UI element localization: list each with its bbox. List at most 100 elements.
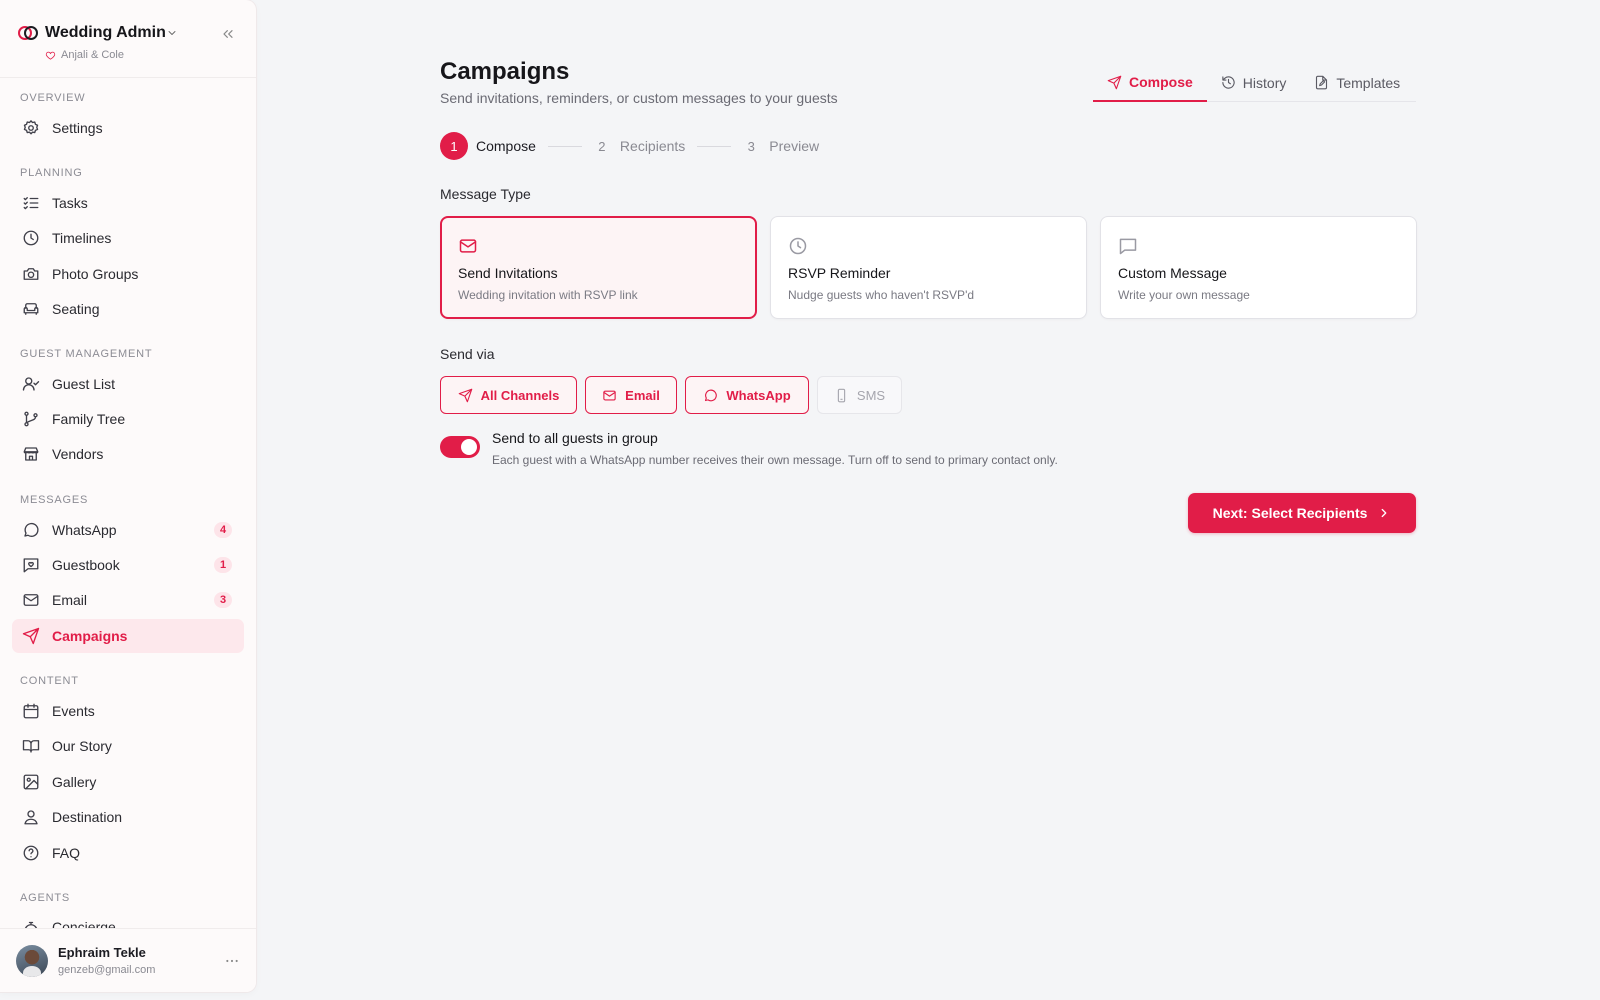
sidebar-item-label: Gallery [52,774,97,790]
mail-icon [23,594,39,606]
sidebar-header: Wedding Admin Anjali & Cole [0,0,256,78]
step-2-number: 2 [598,138,606,154]
sidebar-item-events[interactable]: Events [12,694,244,728]
sidebar-item-whatsapp[interactable]: WhatsApp 4 [12,513,244,547]
message-circle-icon [24,522,39,537]
step-3-number: 3 [747,138,755,154]
user-check-icon [22,377,40,391]
sidebar-item-label: Family Tree [52,411,126,427]
card-custom-message[interactable]: Custom Message Write your own message [1100,216,1417,319]
collapse-sidebar-icon[interactable] [220,26,236,42]
section-agents: AGENTS [20,892,71,904]
rings-logo-icon [18,26,38,40]
chip-label: Email [625,387,660,403]
sidebar-item-label: Guest List [52,376,116,392]
chip-label: SMS [856,387,886,403]
tab-label: History [1242,74,1287,91]
send-via-label: Send via [440,346,495,362]
image-icon [23,774,39,790]
next-select-recipients-button[interactable]: Next: Select Recipients [1188,493,1416,533]
couple-names: Anjali & Cole [45,49,124,61]
card-title: RSVP Reminder [788,265,891,281]
sidebar-item-timelines[interactable]: Timelines [12,221,244,255]
sidebar-item-label: Seating [52,301,100,317]
tab-templates[interactable]: Templates [1300,64,1414,101]
sidebar-item-guestbook[interactable]: Guestbook 1 [12,548,244,582]
sidebar-item-label: Guestbook [52,557,120,573]
sidebar-item-destination[interactable]: Destination [12,800,244,834]
send-icon [458,388,472,402]
sidebar-item-email[interactable]: Email 3 [12,583,244,617]
send-icon [22,627,40,645]
sidebar-item-settings[interactable]: Settings [12,111,244,145]
workspace-title[interactable]: Wedding Admin [45,24,166,42]
card-rsvp-reminder[interactable]: RSVP Reminder Nudge guests who haven't R… [770,216,1087,319]
campaign-tabs: Compose History Templates [1093,64,1416,102]
tab-history[interactable]: History [1207,64,1301,101]
section-messages: MESSAGES [20,494,89,506]
sidebar-item-guest-list[interactable]: Guest List [12,367,244,401]
user-name: Ephraim Tekle [58,945,146,960]
sidebar-item-label: Campaigns [52,628,128,644]
sidebar-item-our-story[interactable]: Our Story [12,729,244,763]
toggle-title: Send to all guests in group [492,430,658,446]
channel-all-channels[interactable]: All Channels [440,376,577,414]
message-circle-icon [705,389,718,401]
channel-whatsapp[interactable]: WhatsApp [685,376,809,414]
sidebar-item-campaigns[interactable]: Campaigns [12,619,244,653]
sidebar-item-gallery[interactable]: Gallery [12,765,244,799]
sidebar-item-vendors[interactable]: Vendors [12,437,244,471]
card-description: Write your own message [1118,288,1250,302]
card-send-invitations[interactable]: Send Invitations Wedding invitation with… [440,216,757,319]
help-circle-icon [23,845,39,861]
sidebar-item-tasks[interactable]: Tasks [12,186,244,220]
sidebar-item-faq[interactable]: FAQ [12,836,244,870]
couple-names-label: Anjali & Cole [61,49,124,61]
step-connector [697,145,732,147]
wizard-stepper: 1 Compose 2 Recipients 3 Preview [440,132,819,160]
step-1-number: 1 [440,132,468,160]
sidebar-item-label: Tasks [52,195,88,211]
sidebar-item-family-tree[interactable]: Family Tree [12,402,244,436]
chevron-down-icon[interactable] [166,27,178,39]
sidebar: Wedding Admin Anjali & Cole OVERVIEW Set… [0,0,256,992]
message-type-label: Message Type [440,186,531,202]
sofa-icon [23,303,39,315]
page-subtitle: Send invitations, reminders, or custom m… [440,90,838,106]
card-title: Send Invitations [458,265,558,281]
card-description: Wedding invitation with RSVP link [458,288,638,302]
unread-badge: 1 [214,557,232,573]
channel-sms[interactable]: SMS [817,376,902,414]
mail-icon [459,239,477,253]
sidebar-item-seating[interactable]: Seating [12,292,244,326]
step-connector [547,145,582,147]
page-title: Campaigns [440,58,570,85]
tab-compose[interactable]: Compose [1093,64,1207,102]
sidebar-item-label: Events [52,703,95,719]
clock-icon [789,237,807,255]
message-heart-icon [23,558,39,573]
unread-badge: 4 [214,522,232,538]
sidebar-item-label: Timelines [52,230,112,246]
gear-icon [23,120,39,135]
sidebar-item-photo-groups[interactable]: Photo Groups [12,257,244,291]
send-icon [1107,75,1122,89]
message-square-icon [1119,238,1137,255]
unread-badge: 3 [214,592,232,608]
sidebar-item-label: Email [52,592,88,608]
sidebar-item-label: Destination [52,809,123,825]
tab-label: Templates [1336,74,1401,91]
user-profile[interactable]: Ephraim Tekle genzeb@gmail.com [0,928,256,992]
mail-icon [603,390,616,400]
send-to-group-toggle[interactable] [440,436,480,458]
heart-icon [45,51,56,60]
section-overview: OVERVIEW [20,92,86,104]
card-description: Nudge guests who haven't RSVP'd [788,288,975,302]
book-open-icon [22,740,40,753]
smartphone-icon [837,388,846,402]
section-guest-management: GUEST MANAGEMENT [20,348,153,360]
more-horizontal-icon[interactable] [224,953,240,969]
sidebar-item-label: WhatsApp [52,522,117,538]
avatar [16,945,48,977]
channel-email[interactable]: Email [585,376,677,414]
